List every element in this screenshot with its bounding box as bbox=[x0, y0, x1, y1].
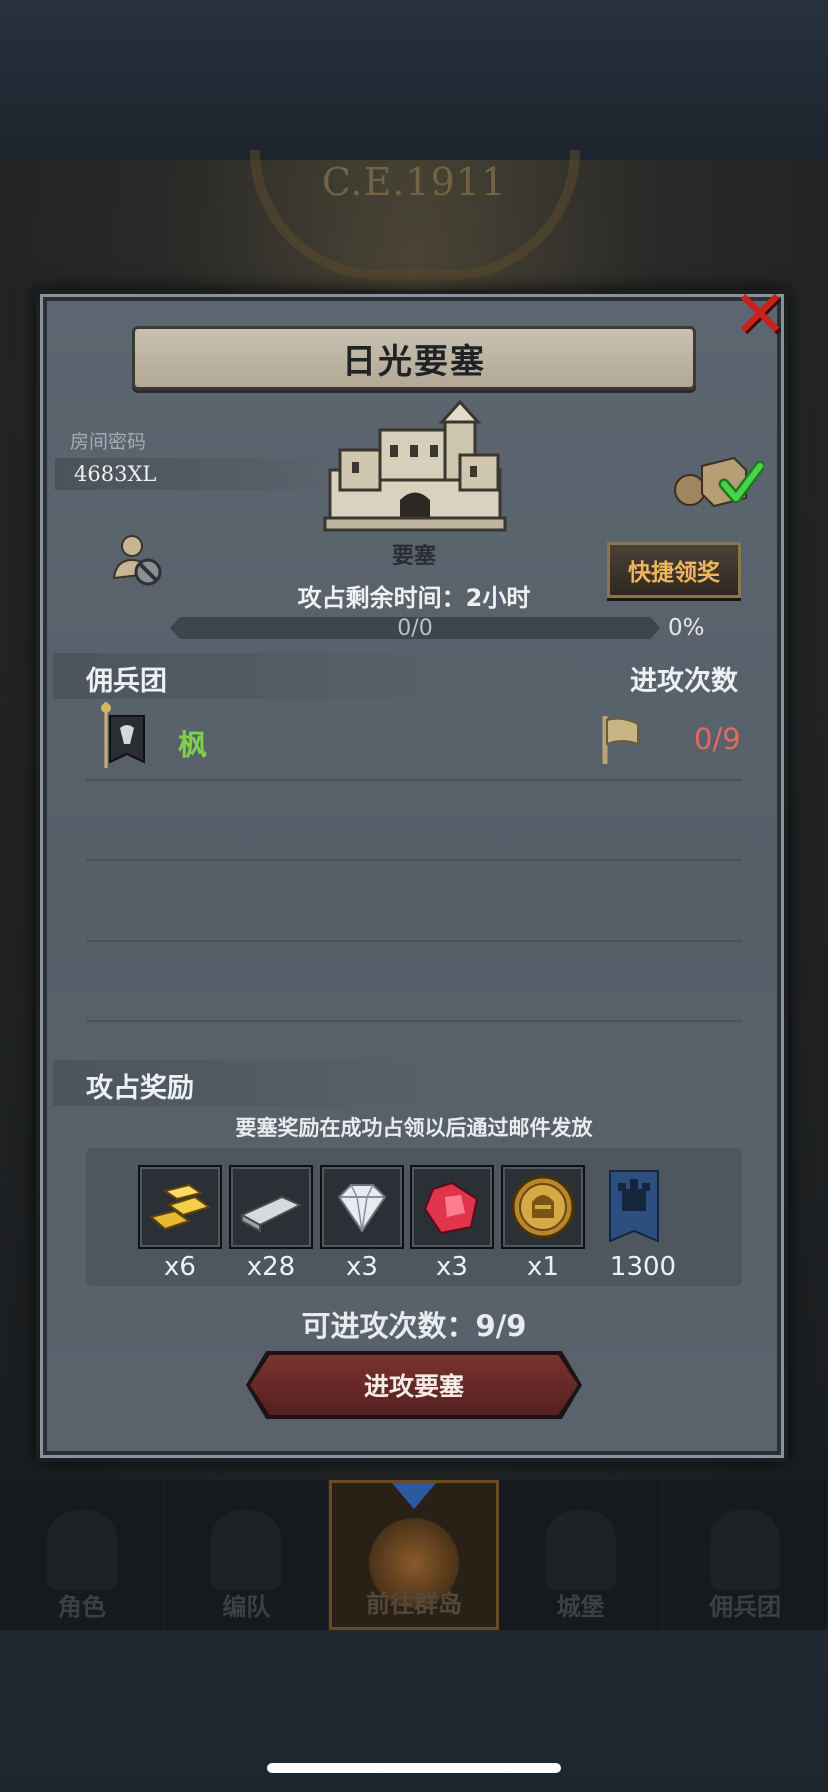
quick-claim-button[interactable]: 快捷领奖 bbox=[607, 542, 741, 598]
mercenary-icon bbox=[710, 1510, 781, 1590]
reward-qty: x3 bbox=[436, 1252, 468, 1282]
room-password-label: 房间密码 bbox=[70, 431, 147, 453]
knight-helmet-icon bbox=[46, 1510, 117, 1590]
dialog-title: 日光要塞 bbox=[342, 341, 486, 382]
attack-count-header: 进攻次数 bbox=[630, 666, 738, 697]
nav-label: 佣兵团 bbox=[709, 1593, 782, 1621]
nav-label: 城堡 bbox=[556, 1593, 605, 1621]
top-background bbox=[0, 0, 828, 160]
nav-label: 前往群岛 bbox=[365, 1590, 462, 1618]
silver-bar-graphic bbox=[239, 1195, 303, 1233]
reward-qty: x6 bbox=[164, 1252, 196, 1282]
mercenary-attack-count: 0/9 bbox=[694, 722, 741, 756]
gold-bars-graphic bbox=[148, 1183, 212, 1231]
ruby-icon[interactable] bbox=[410, 1165, 494, 1249]
knight-medal-icon[interactable] bbox=[501, 1165, 585, 1249]
bottom-nav: 角色 编队 前往群岛 城堡 佣兵团 bbox=[0, 1480, 828, 1630]
home-indicator[interactable] bbox=[267, 1763, 561, 1773]
formation-icon bbox=[211, 1510, 282, 1590]
nav-item-castle[interactable]: 城堡 bbox=[499, 1480, 664, 1630]
mercenary-section-title: 佣兵团 bbox=[86, 666, 167, 697]
dialog-title-banner: 日光要塞 bbox=[132, 326, 696, 390]
knight-medal-graphic bbox=[511, 1175, 575, 1239]
claimed-rewards-icon[interactable] bbox=[672, 448, 764, 508]
silver-bar-icon[interactable] bbox=[229, 1165, 313, 1249]
castle-banner-graphic bbox=[609, 1170, 659, 1243]
reward-qty: x3 bbox=[346, 1252, 378, 1282]
close-icon[interactable]: ✕ bbox=[725, 280, 795, 350]
reward-qty: x28 bbox=[246, 1252, 296, 1282]
nav-item-formation[interactable]: 编队 bbox=[165, 1480, 330, 1630]
attack-fortress-label: 进攻要塞 bbox=[363, 1372, 464, 1401]
rewards-section-title: 攻占奖励 bbox=[86, 1073, 194, 1104]
row-divider bbox=[86, 1020, 742, 1022]
mercenary-banner-icon bbox=[101, 702, 145, 768]
rewards-note: 要塞奖励在成功占领以后通过邮件发放 bbox=[235, 1116, 593, 1140]
gold-bars-icon[interactable] bbox=[138, 1165, 222, 1249]
attack-fortress-button[interactable]: 进攻要塞 bbox=[250, 1355, 578, 1415]
nav-item-mercenary[interactable]: 佣兵团 bbox=[663, 1480, 828, 1630]
capture-progress-percent: 0% bbox=[668, 615, 705, 641]
nav-label: 角色 bbox=[57, 1593, 106, 1621]
castle-icon bbox=[545, 1510, 616, 1590]
room-code: 4683XL bbox=[74, 462, 157, 486]
chevron-down-icon bbox=[391, 1483, 436, 1509]
row-divider bbox=[86, 779, 742, 781]
fortress-castle-icon bbox=[323, 400, 507, 532]
nav-item-character[interactable]: 角色 bbox=[0, 1480, 165, 1630]
available-attacks: 可进攻次数：9/9 bbox=[301, 1309, 527, 1343]
no-entry-player-icon[interactable] bbox=[110, 532, 166, 588]
diamond-icon[interactable] bbox=[320, 1165, 404, 1249]
reward-qty: x1 bbox=[527, 1252, 559, 1282]
castle-banner-icon[interactable] bbox=[592, 1165, 676, 1249]
nav-label: 编队 bbox=[222, 1593, 271, 1621]
flag-icon bbox=[602, 716, 639, 764]
ruby-graphic bbox=[423, 1181, 479, 1235]
nav-item-islands[interactable]: 前往群岛 bbox=[329, 1480, 499, 1630]
mercenary-name[interactable]: 枫 bbox=[178, 722, 207, 764]
diamond-graphic bbox=[337, 1184, 387, 1233]
era-label: C.E.1911 bbox=[321, 160, 507, 204]
row-divider bbox=[86, 940, 742, 942]
reward-qty: 1300 bbox=[609, 1252, 677, 1282]
row-divider bbox=[86, 859, 742, 861]
capture-progress-text: 0/0 bbox=[397, 616, 433, 641]
quick-claim-label: 快捷领奖 bbox=[628, 560, 720, 586]
